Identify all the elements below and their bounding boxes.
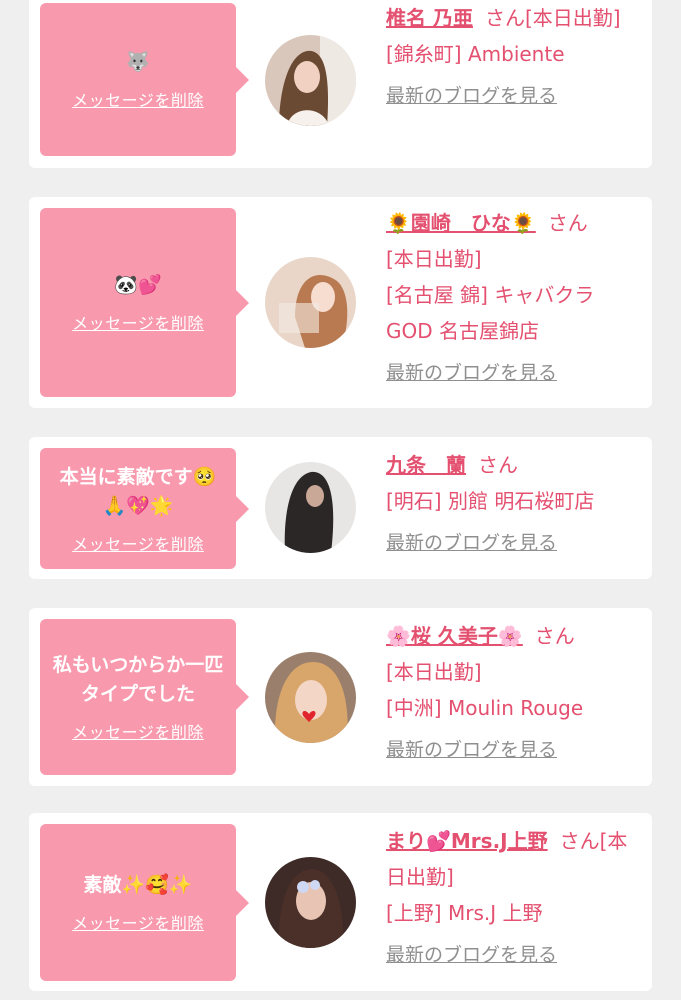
cast-name-link[interactable]: 椎名 乃亜 xyxy=(386,6,473,30)
message-card: 本当に素敵です🥺🙏💖🌟 メッセージを削除 九条 蘭さん [明石] 別館 明石桜町… xyxy=(29,437,652,579)
cast-info: 椎名 乃亜 さん[本日出勤] [錦糸町] Ambiente 最新のブログを見る xyxy=(386,0,640,114)
view-blog-link[interactable]: 最新のブログを見る xyxy=(386,732,640,768)
avatar[interactable] xyxy=(265,35,356,126)
woman-portrait-icon xyxy=(265,652,356,743)
view-blog-link[interactable]: 最新のブログを見る xyxy=(386,525,640,561)
cast-info: 🌸桜 久美子🌸 さん [本日出勤] [中洲] Moulin Rouge 最新のブロ… xyxy=(386,618,640,768)
avatar[interactable] xyxy=(265,857,356,948)
woman-portrait-icon xyxy=(265,35,356,126)
cast-name-link[interactable]: 九条 蘭 xyxy=(386,453,466,477)
shop-info: [名古屋 錦] キャバクラGOD 名古屋錦店 xyxy=(386,283,595,343)
message-card: 🐼💕 メッセージを削除 🌻園崎 ひな🌻 さん [本日出勤] [名古屋 錦] キャバ… xyxy=(29,197,652,408)
message-bubble: 素敵✨🥰✨ メッセージを削除 xyxy=(40,824,249,981)
message-text: 私もいつからか一匹タイプでした xyxy=(52,654,224,705)
delete-message-link[interactable]: メッセージを削除 xyxy=(72,719,204,743)
cast-info: まり💕Mrs.J上野 さん[本日出勤] [上野] Mrs.J 上野 最新のブログを… xyxy=(386,823,640,973)
message-bubble: 🐼💕 メッセージを削除 xyxy=(40,208,249,397)
cast-name-link[interactable]: 🌻園崎 ひな🌻 xyxy=(386,211,536,235)
message-bubble: 本当に素敵です🥺🙏💖🌟 メッセージを削除 xyxy=(40,448,249,569)
shop-info: [錦糸町] Ambiente xyxy=(386,42,565,66)
message-card: 🐺 メッセージを削除 椎名 乃亜 さん[本日出勤] [錦糸町] Ambiente … xyxy=(29,0,652,168)
honorific: さん xyxy=(484,6,525,30)
honorific: さん xyxy=(478,453,518,477)
avatar[interactable] xyxy=(265,257,356,348)
delete-message-link[interactable]: メッセージを削除 xyxy=(72,310,204,334)
view-blog-link[interactable]: 最新のブログを見る xyxy=(386,78,640,114)
shop-info: [明石] 別館 明石桜町店 xyxy=(386,489,595,513)
cast-name-link[interactable]: まり💕Mrs.J上野 xyxy=(386,829,548,853)
message-bubble: 🐺 メッセージを削除 xyxy=(40,3,249,156)
work-status: [本日出勤] xyxy=(386,247,482,271)
woman-portrait-icon xyxy=(265,462,356,553)
message-text: 素敵✨🥰✨ xyxy=(83,874,193,896)
cast-info: 🌻園崎 ひな🌻 さん [本日出勤] [名古屋 錦] キャバクラGOD 名古屋錦店 … xyxy=(386,205,640,391)
view-blog-link[interactable]: 最新のブログを見る xyxy=(386,937,640,973)
message-card: 私もいつからか一匹タイプでした メッセージを削除 🌸桜 久美子🌸 さん [本日出勤… xyxy=(29,608,652,786)
delete-message-link[interactable]: メッセージを削除 xyxy=(72,910,204,934)
message-bubble: 私もいつからか一匹タイプでした メッセージを削除 xyxy=(40,619,249,775)
shop-info: [上野] Mrs.J 上野 xyxy=(386,901,543,925)
view-blog-link[interactable]: 最新のブログを見る xyxy=(386,355,640,391)
cast-name-link[interactable]: 🌸桜 久美子🌸 xyxy=(386,624,523,648)
woman-portrait-icon xyxy=(265,257,356,348)
message-text: 本当に素敵です🥺🙏💖🌟 xyxy=(59,465,217,517)
work-status: [本日出勤] xyxy=(524,6,621,30)
honorific: さん xyxy=(559,829,600,853)
honorific: さん xyxy=(547,211,588,235)
message-text: 🐺 xyxy=(126,51,150,73)
delete-message-link[interactable]: メッセージを削除 xyxy=(72,87,204,111)
message-text: 🐼💕 xyxy=(114,274,162,296)
work-status: [本日出勤] xyxy=(386,660,482,684)
message-card: 素敵✨🥰✨ メッセージを削除 まり💕Mrs.J上野 さん[本日出勤] [上野] M… xyxy=(29,813,652,991)
avatar[interactable] xyxy=(265,652,356,743)
message-list: 🐺 メッセージを削除 椎名 乃亜 さん[本日出勤] [錦糸町] Ambiente … xyxy=(0,0,681,1000)
delete-message-link[interactable]: メッセージを削除 xyxy=(72,531,204,555)
shop-info: [中洲] Moulin Rouge xyxy=(386,696,584,720)
honorific: さん xyxy=(534,624,575,648)
woman-portrait-icon xyxy=(265,857,356,948)
cast-info: 九条 蘭さん [明石] 別館 明石桜町店 最新のブログを見る xyxy=(386,447,640,561)
avatar[interactable] xyxy=(265,462,356,553)
